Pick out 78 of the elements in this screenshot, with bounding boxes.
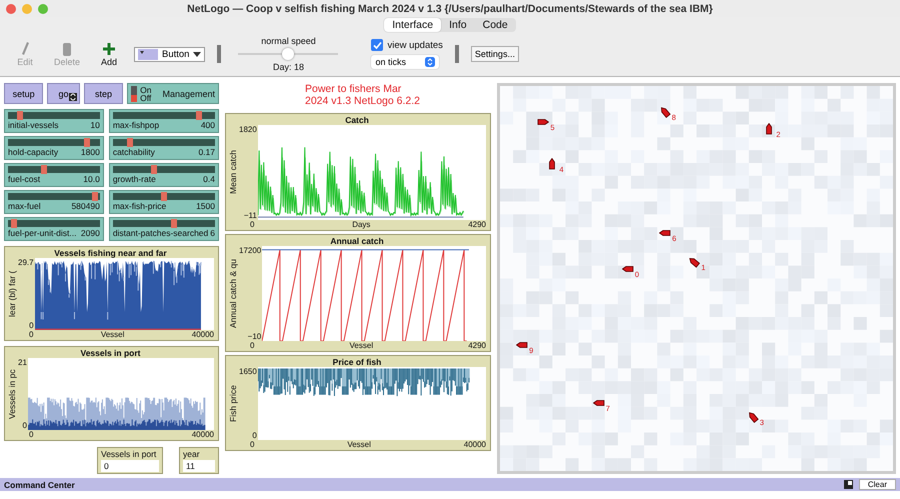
slider-label: catchability [112,147,155,158]
y-axis-label: Fish price [228,384,238,424]
on-label: On [140,86,152,94]
x-axis-label: Days [352,220,370,230]
slider-value: 6 [210,228,215,238]
note-text: Power to fishers Mar 2024 v1.3 NetLogo 6.2.2 [305,83,420,108]
y-max-label: 21 [18,358,27,368]
y-axis-label: lear (bl) far ( [7,270,17,320]
slider-label: fuel-per-unit-dist... [8,228,76,238]
slider-value: 0.17 [198,147,215,158]
y-axis-label: Mean catch [228,150,238,197]
off-label: Off [140,94,152,102]
run-button[interactable]: step [84,83,124,104]
slider-value: 1800 [80,147,100,158]
run-button[interactable]: setup [4,83,44,104]
monitor-label: year [183,449,201,460]
window-title: NetLogo — Coop v selfish fishing March 2024 v 1.3 {/Users/paulhart/Documents/Stewards of the sea IBM} [187,2,713,15]
plot-title: Annual catch [330,236,384,246]
add-button[interactable]: Add [92,41,126,68]
tab[interactable]: Interface [384,18,442,32]
tab[interactable]: Code [474,18,516,32]
x-axis-label: Vessel [347,440,371,450]
slider-value: 10.0 [83,174,100,184]
slider-label: max-fishpop [112,120,160,130]
x-max-label: 40000 [192,430,214,440]
monitor-value: 0 [101,460,159,472]
slider-value: 0.4 [203,174,215,184]
y-min-label: −10 [248,332,262,342]
slider-label: initial-vessels [8,120,59,130]
x-min-label: 0 [250,341,254,350]
tab[interactable]: Info [441,18,475,32]
slider-label: hold-capacity [8,147,58,158]
y-axis-label: Annual catch & qu [228,258,238,330]
y-axis-label: Vessels in pc [7,368,17,422]
y-min-label: 0 [29,321,34,330]
slider-value: 2090 [80,228,100,238]
y-max-label: 1820 [239,125,257,134]
x-axis-label: Vessel [350,341,374,350]
settings-button[interactable]: Settings... [470,46,519,62]
widget-type-dropdown[interactable]: Button [134,46,206,62]
slider-label: fuel-cost [8,174,40,184]
x-max-label: 40000 [464,440,486,450]
slider-value: 10 [90,120,100,130]
plot-title: Vessels fishing near and far [54,248,167,258]
x-min-label: 0 [250,220,254,230]
speed-label: normal speed [261,36,316,46]
command-center-title: Command Center [4,480,76,490]
plot-title: Price of fish [332,357,382,368]
plot-title: Catch [345,115,369,126]
monitor-value: 11 [183,460,215,472]
monitor-label: Vessels in port [101,449,158,460]
x-max-label: 4290 [468,220,486,230]
slider-value: 1500 [196,201,215,212]
tick-counter: Day: 18 [272,62,304,72]
y-max-label: 1650 [239,367,257,376]
x-min-label: 0 [250,440,254,450]
y-min-label: −11 [244,211,257,220]
slider-label: max-fish-price [112,201,166,212]
update-mode-dropdown[interactable]: on ticks [371,55,440,70]
x-axis-label: Vessel [100,330,124,340]
run-button[interactable]: go [47,83,80,104]
y-min-label: 0 [252,431,257,440]
slider-value: 580490 [71,201,100,212]
slider-value: 400 [200,120,215,130]
slider-label: max-fuel [8,201,41,212]
view-updates-checkbox[interactable]: view updates [371,39,443,52]
plot-title: Vessels in port [80,348,140,358]
clear-button[interactable]: Clear [858,479,896,490]
slider-label: growth-rate [112,174,156,184]
switch-label: Management [162,88,215,99]
x-min-label: 0 [29,430,34,440]
y-max-label: 29.7 [18,258,34,268]
x-min-label: 0 [29,330,34,340]
y-max-label: 17200 [239,246,262,256]
x-max-label: 40000 [192,330,214,340]
y-min-label: 0 [22,421,27,430]
x-max-label: 4290 [468,341,486,350]
slider-label: distant-patches-searched [112,228,208,238]
